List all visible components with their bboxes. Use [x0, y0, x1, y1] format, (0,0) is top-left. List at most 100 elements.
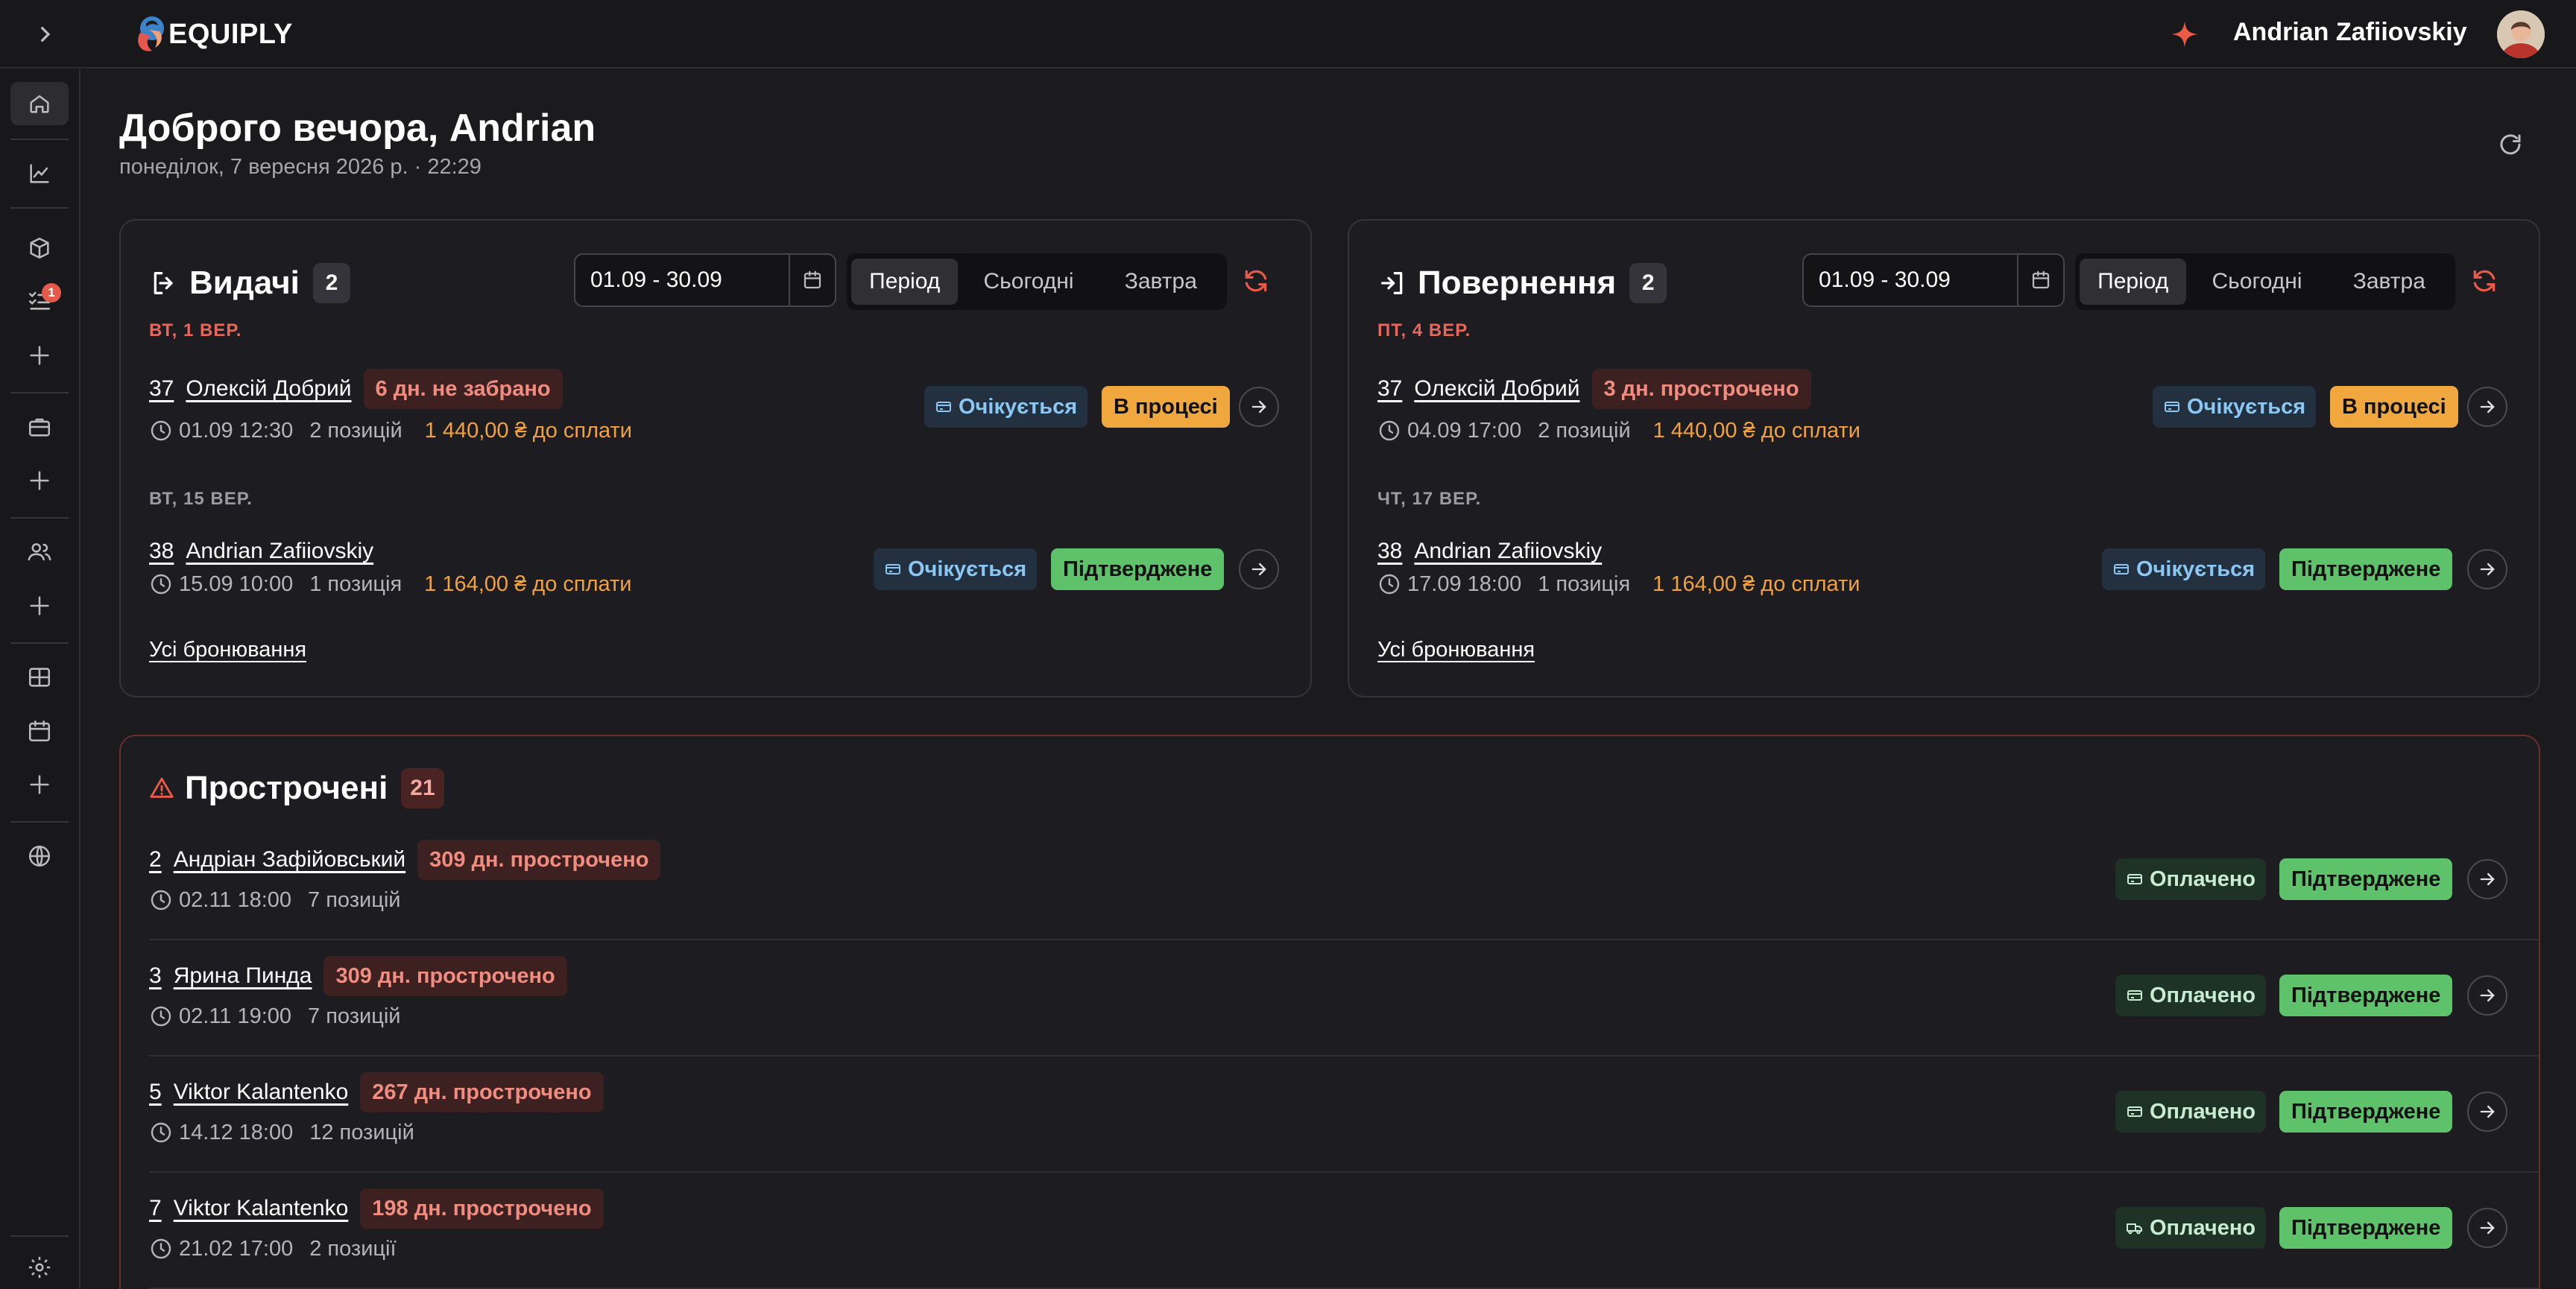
- refresh-icon: [2473, 270, 2496, 292]
- sidebar-item-add-inventory[interactable]: [10, 334, 69, 377]
- sidebar-item-analytics[interactable]: [10, 152, 69, 195]
- tab-tomorrow[interactable]: Завтра: [1099, 259, 1222, 305]
- issues-date-range[interactable]: 01.09 - 30.09: [574, 253, 836, 307]
- sidebar-item-add-event[interactable]: [10, 763, 69, 806]
- open-booking-button[interactable]: [2467, 1092, 2507, 1132]
- clock-icon: [151, 1238, 171, 1259]
- overdue-badge: 198 дн. прострочено: [360, 1188, 604, 1229]
- customer-link[interactable]: Viktor Kalantenko: [174, 1196, 349, 1221]
- overdue-badge: 309 дн. прострочено: [323, 956, 567, 996]
- calendar-icon[interactable]: [2017, 255, 2063, 305]
- booking-meta: 02.11 18:00 7 позицій: [149, 885, 401, 915]
- booking-number[interactable]: 38: [149, 539, 174, 564]
- arrow-right-icon: [2480, 872, 2495, 886]
- customer-link[interactable]: Andrian Zafiiovskiy: [186, 539, 373, 564]
- gear-icon: [28, 1256, 51, 1279]
- overdue-badge: 3 дн. прострочено: [1591, 369, 1811, 409]
- returns-count-badge: 2: [1629, 263, 1667, 303]
- issues-header: Видачі 2: [149, 261, 350, 305]
- booking-time: 02.11 19:00: [179, 1004, 292, 1028]
- amount-due: 1 440,00 ₴ до сплати: [424, 418, 632, 443]
- amount-due: 1 440,00 ₴ до сплати: [1652, 418, 1860, 443]
- booking-number[interactable]: 37: [149, 376, 174, 402]
- row-divider: [149, 1055, 2539, 1057]
- top-bar: EQUIPLY Andrian Zafiiovskiy: [0, 0, 2576, 69]
- overdue-row: 2 Андріан Зафійовський 309 дн. простроче…: [149, 839, 661, 881]
- refresh-dashboard-button[interactable]: [2497, 131, 2524, 158]
- ai-sparkle-icon[interactable]: [2169, 19, 2200, 50]
- open-booking-button[interactable]: [1239, 387, 1279, 427]
- overdue-card: Прострочені 21 2 Андріан Зафійовський 30…: [119, 735, 2540, 1289]
- customer-link[interactable]: Viktor Kalantenko: [174, 1080, 349, 1105]
- clock-icon: [1379, 420, 1400, 441]
- overdue-row: 5 Viktor Kalantenko 267 дн. прострочено: [149, 1071, 604, 1113]
- overdue-row: 3 Ярина Пинда 309 дн. прострочено: [149, 955, 567, 997]
- all-bookings-link[interactable]: Усі бронювання: [1377, 638, 1535, 662]
- customer-link[interactable]: Ярина Пинда: [174, 963, 312, 989]
- open-booking-button[interactable]: [1239, 549, 1279, 589]
- sidebar: 1: [0, 69, 80, 1289]
- customer-link[interactable]: Олексій Добрий: [186, 376, 351, 402]
- issues-count-badge: 2: [312, 263, 350, 303]
- payment-status-badge: Очікується: [874, 548, 1038, 590]
- logout-icon: [154, 272, 173, 294]
- card-icon: [2127, 874, 2142, 884]
- booking-time: 21.02 17:00: [179, 1236, 294, 1261]
- returns-refresh-button[interactable]: [2470, 267, 2498, 295]
- tab-tomorrow[interactable]: Завтра: [2328, 259, 2451, 305]
- open-booking-button[interactable]: [2467, 975, 2507, 1016]
- sidebar-item-customers[interactable]: [10, 531, 69, 574]
- issues-refresh-button[interactable]: [1242, 267, 1270, 295]
- sidebar-item-settings[interactable]: [10, 1246, 69, 1289]
- sidebar-item-add-customer[interactable]: [10, 584, 69, 627]
- tab-period[interactable]: Період: [2080, 259, 2187, 305]
- date-range-value[interactable]: 01.09 - 30.09: [1804, 255, 2017, 305]
- sidebar-item-calendar[interactable]: [10, 709, 69, 753]
- calendar-icon: [28, 720, 51, 742]
- booking-status-badge: Підтверджене: [2279, 1091, 2453, 1133]
- booking-status-badge: Підтверджене: [2279, 1207, 2453, 1249]
- sidebar-divider: [10, 821, 69, 823]
- customer-link[interactable]: Андріан Зафійовський: [174, 847, 405, 872]
- user-name[interactable]: Andrian Zafiiovskiy: [2233, 18, 2467, 47]
- customer-link[interactable]: Andrian Zafiiovskiy: [1414, 539, 1602, 564]
- issues-period-switch: Період Сьогодні Завтра: [847, 253, 1227, 310]
- booking-number[interactable]: 37: [1377, 376, 1402, 402]
- sidebar-item-tasks[interactable]: 1: [10, 279, 69, 322]
- booking-time: 01.09 12:30: [179, 418, 294, 443]
- date-range-value[interactable]: 01.09 - 30.09: [575, 255, 789, 305]
- positions-count: 2 позиції: [309, 1236, 397, 1261]
- sidebar-item-website[interactable]: [10, 834, 69, 878]
- sidebar-item-bookings[interactable]: [10, 405, 69, 449]
- tab-period[interactable]: Період: [851, 259, 959, 305]
- sidebar-item-inventory[interactable]: [10, 227, 69, 270]
- tab-today[interactable]: Сьогодні: [2186, 259, 2327, 305]
- open-booking-button[interactable]: [2467, 859, 2507, 899]
- booking-meta: 01.09 12:30 2 позицій 1 440,00 ₴ до спла…: [149, 416, 632, 446]
- booking-number[interactable]: 3: [149, 963, 162, 989]
- truck-icon: [2127, 1223, 2142, 1235]
- booking-number[interactable]: 2: [149, 847, 162, 872]
- booking-number[interactable]: 5: [149, 1080, 162, 1105]
- sidebar-item-table[interactable]: [10, 656, 69, 699]
- avatar[interactable]: [2497, 10, 2545, 58]
- expand-sidebar-button[interactable]: [30, 19, 60, 49]
- open-booking-button[interactable]: [2467, 549, 2507, 589]
- clock-icon: [151, 1006, 171, 1027]
- all-bookings-link[interactable]: Усі бронювання: [149, 638, 306, 662]
- logo[interactable]: EQUIPLY: [127, 10, 293, 58]
- booking-number[interactable]: 38: [1377, 539, 1402, 564]
- returns-date-range[interactable]: 01.09 - 30.09: [1802, 253, 2065, 307]
- customer-link[interactable]: Олексій Добрий: [1414, 376, 1579, 402]
- tab-today[interactable]: Сьогодні: [958, 259, 1099, 305]
- refresh-icon: [1245, 270, 1267, 292]
- booking-time: 15.09 10:00: [179, 571, 294, 596]
- open-booking-button[interactable]: [2467, 1208, 2507, 1248]
- calendar-icon[interactable]: [789, 255, 835, 305]
- positions-count: 12 позицій: [309, 1120, 414, 1144]
- open-booking-button[interactable]: [2467, 387, 2507, 427]
- booking-number[interactable]: 7: [149, 1196, 162, 1221]
- arrow-right-icon: [1251, 563, 1266, 576]
- sidebar-item-add-booking[interactable]: [10, 459, 69, 502]
- sidebar-item-home[interactable]: [10, 82, 69, 125]
